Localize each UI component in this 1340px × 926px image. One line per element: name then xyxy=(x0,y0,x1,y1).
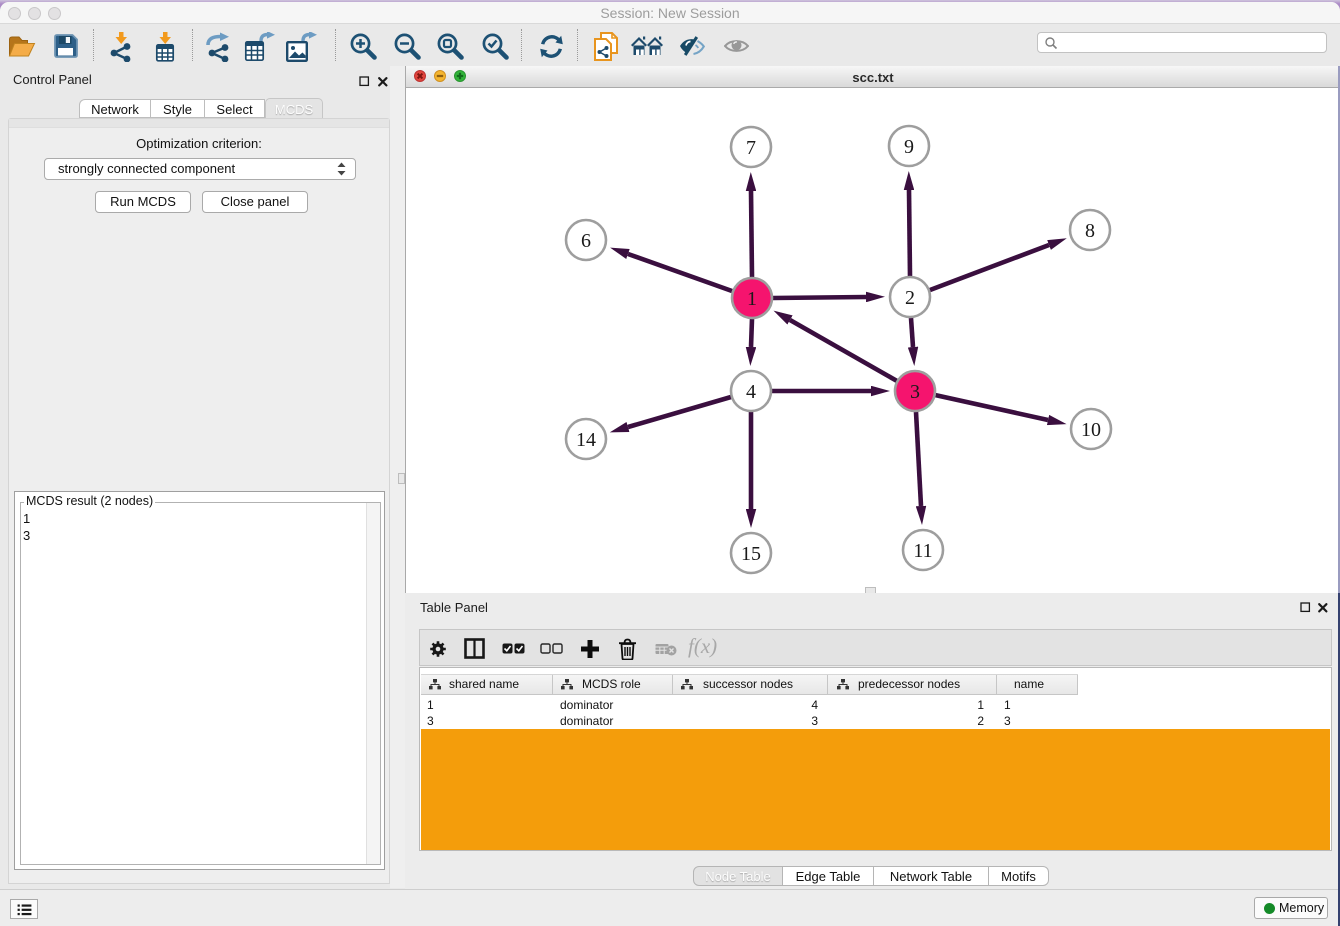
svg-text:1: 1 xyxy=(747,288,757,310)
svg-text:15: 15 xyxy=(741,543,761,565)
svg-text:11: 11 xyxy=(913,540,932,562)
svg-text:3: 3 xyxy=(910,381,920,403)
svg-text:10: 10 xyxy=(1081,419,1101,441)
svg-text:14: 14 xyxy=(576,429,596,451)
svg-text:7: 7 xyxy=(746,137,756,159)
svg-text:4: 4 xyxy=(746,381,756,403)
svg-text:8: 8 xyxy=(1085,220,1095,242)
svg-text:2: 2 xyxy=(905,287,915,309)
svg-text:9: 9 xyxy=(904,136,914,158)
svg-text:6: 6 xyxy=(581,230,591,252)
